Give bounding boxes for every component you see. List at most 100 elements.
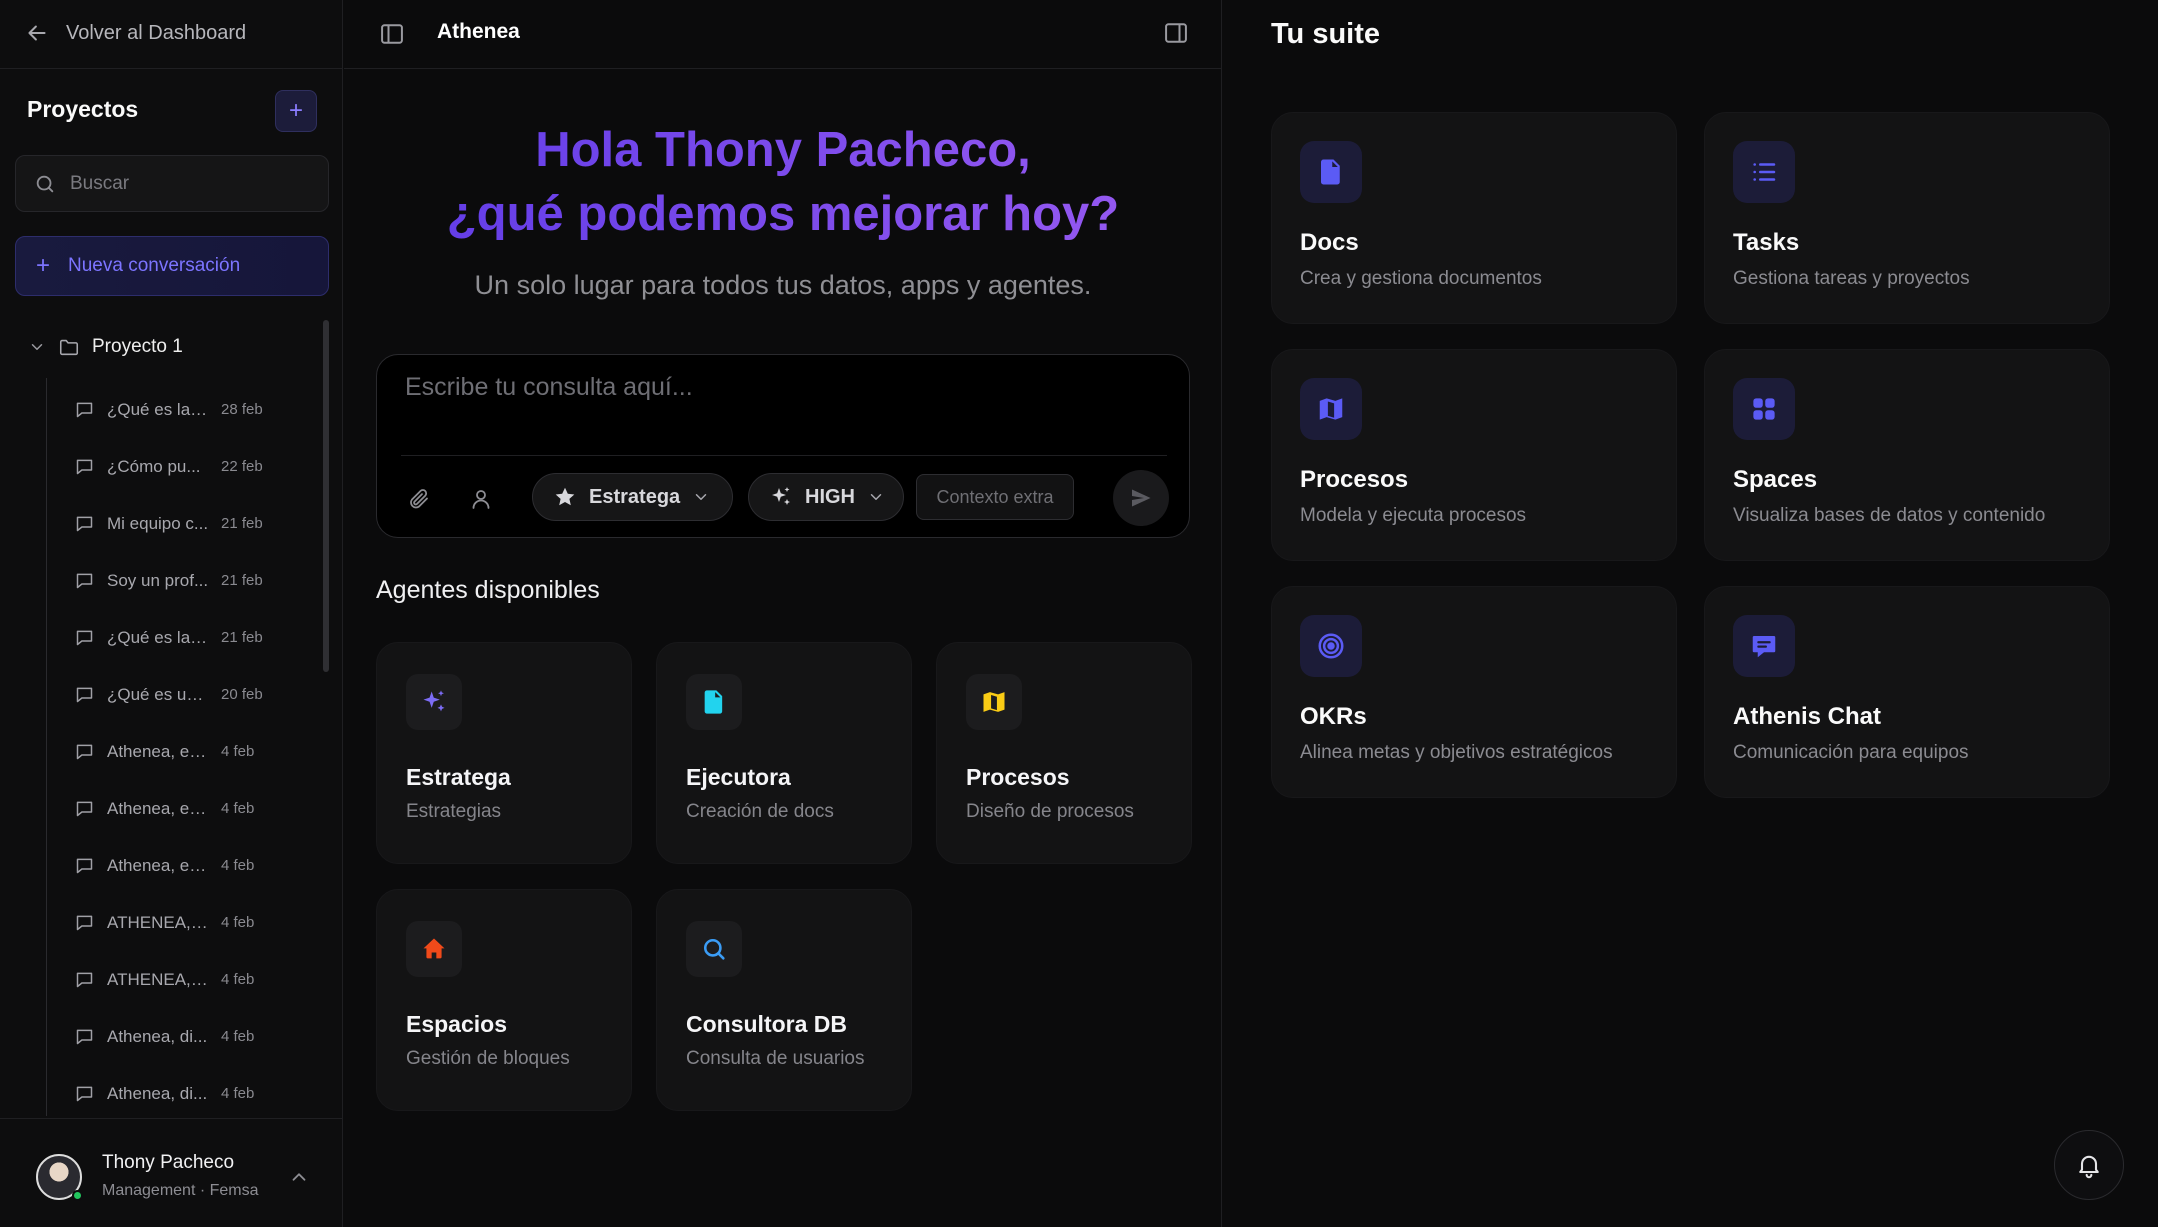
chat-bubble-icon <box>76 744 93 760</box>
chat-composer: Estratega HIGH Contexto extra <box>376 354 1190 538</box>
greeting-question: ¿qué podemos mejorar hoy? <box>344 186 1222 242</box>
conversation-item[interactable]: Soy un prof... 21 feb <box>74 552 274 609</box>
conversation-date: 4 feb <box>221 800 255 817</box>
agent-description: Estrategias <box>406 801 502 822</box>
extra-context-button[interactable]: Contexto extra <box>916 474 1074 520</box>
app-icon-box <box>1733 378 1795 440</box>
suite-card-okrs[interactable]: OKRs Alinea metas y objetivos estratégic… <box>1271 586 1677 798</box>
sparkles-icon <box>772 487 790 505</box>
user-context-button[interactable] <box>461 479 501 519</box>
agent-icon-box <box>966 674 1022 730</box>
conversation-item[interactable]: Athenea, ex... 4 feb <box>74 837 274 894</box>
agent-name: Espacios <box>406 1011 507 1037</box>
conversation-date: 22 feb <box>221 458 263 475</box>
conversation-item[interactable]: ¿Qué es un... 20 feb <box>74 666 274 723</box>
suite-card-procesos[interactable]: Procesos Modela y ejecuta procesos <box>1271 349 1677 561</box>
folder-icon <box>59 339 79 356</box>
suite-card-tasks[interactable]: Tasks Gestiona tareas y proyectos <box>1704 112 2110 324</box>
query-input[interactable] <box>405 373 1165 433</box>
app-icon-box <box>1300 615 1362 677</box>
add-project-button[interactable]: + <box>275 90 317 132</box>
suite-card-spaces[interactable]: Spaces Visualiza bases de datos y conten… <box>1704 349 2110 561</box>
conversation-item[interactable]: ¿Qué es la ... 28 feb <box>74 381 274 438</box>
attach-button[interactable] <box>399 479 439 519</box>
chevron-up-icon[interactable] <box>288 1166 310 1188</box>
conversation-item[interactable]: Athenea, ex... 4 feb <box>74 780 274 837</box>
agent-card-estratega[interactable]: Estratega Estrategias <box>376 642 632 864</box>
conversation-item[interactable]: ¿Cómo pu... 22 feb <box>74 438 274 495</box>
user-profile[interactable]: Thony Pacheco Management · Femsa <box>36 1152 326 1208</box>
panel-toggle-icon[interactable] <box>1162 19 1190 47</box>
search-box <box>15 155 329 212</box>
chevron-down-icon <box>31 344 43 350</box>
conversation-date: 4 feb <box>221 1085 255 1102</box>
app-description: Visualiza bases de datos y contenido <box>1733 505 2046 526</box>
online-status-dot <box>72 1190 83 1201</box>
suite-card-docs[interactable]: Docs Crea y gestiona documentos <box>1271 112 1677 324</box>
notifications-button[interactable] <box>2054 1130 2124 1200</box>
search-icon <box>36 175 54 192</box>
person-icon <box>472 490 490 509</box>
star-icon <box>555 487 575 506</box>
agent-icon-box <box>686 921 742 977</box>
suite-card-athenis-chat[interactable]: Athenis Chat Comunicación para equipos <box>1704 586 2110 798</box>
new-conversation-button[interactable]: + Nueva conversación <box>15 236 329 296</box>
conversation-item[interactable]: ATHENEA, a... 4 feb <box>74 894 274 951</box>
search-input[interactable] <box>70 172 320 195</box>
chat-bubble-icon <box>76 915 93 931</box>
send-button[interactable] <box>1113 470 1169 526</box>
chat-bubble-icon <box>76 459 93 475</box>
target-icon <box>1318 633 1344 659</box>
map-icon <box>983 692 1005 712</box>
chat-bubble-icon <box>76 687 93 703</box>
sidebar: Volver al Dashboard Proyectos + + Nueva … <box>0 0 343 1227</box>
paperclip-icon <box>410 489 428 509</box>
app-window: Volver al Dashboard Proyectos + + Nueva … <box>0 0 2158 1227</box>
agent-icon-box <box>406 674 462 730</box>
agent-select[interactable]: Estratega <box>532 473 733 521</box>
suite-panel: Tu suite Docs Crea y gestiona documentos… <box>1223 0 2158 1227</box>
conversation-date: 4 feb <box>221 971 255 988</box>
level-select[interactable]: HIGH <box>748 473 904 521</box>
divider <box>401 455 1167 456</box>
conversation-item[interactable]: Athenea, di... 4 feb <box>74 1008 274 1065</box>
back-to-dashboard-link[interactable]: Volver al Dashboard <box>24 16 246 50</box>
agent-card-consultora-db[interactable]: Consultora DB Consulta de usuarios <box>656 889 912 1111</box>
top-bar: Athenea <box>344 0 1222 69</box>
agent-name: Procesos <box>966 764 1070 790</box>
page-title: Athenea <box>437 20 520 43</box>
grid-icon <box>1753 398 1775 420</box>
conversation-item[interactable]: ATHENEA, a... 4 feb <box>74 951 274 1008</box>
conversation-item[interactable]: Athenea, ex... 4 feb <box>74 723 274 780</box>
conversation-title: Athenea, ex... <box>107 741 209 761</box>
conversation-title: ATHENEA, a... <box>107 969 209 989</box>
app-description: Comunicación para equipos <box>1733 742 1969 763</box>
greeting-subtitle: Un solo lugar para todos tus datos, apps… <box>474 270 1092 300</box>
suite-title: Tu suite <box>1271 18 1381 50</box>
agent-card-ejecutora[interactable]: Ejecutora Creación de docs <box>656 642 912 864</box>
conversation-title: ¿Cómo pu... <box>107 456 201 476</box>
app-description: Modela y ejecuta procesos <box>1300 505 1527 526</box>
conversation-title: Athenea, ex... <box>107 855 209 875</box>
sidebar-toggle-icon[interactable] <box>378 20 406 48</box>
conversation-item[interactable]: ¿Qué es la ... 21 feb <box>74 609 274 666</box>
chat-icon <box>1752 636 1776 658</box>
greeting-heading: Hola Thony Pacheco, <box>344 122 1222 178</box>
app-description: Crea y gestiona documentos <box>1300 268 1542 289</box>
conversation-item[interactable]: Athenea, di... 4 feb <box>74 1065 274 1122</box>
agent-card-espacios[interactable]: Espacios Gestión de bloques <box>376 889 632 1111</box>
folder-proyecto-1[interactable]: Proyecto 1 <box>28 332 183 362</box>
chat-bubble-icon <box>76 516 93 532</box>
conversation-title: ¿Qué es la ... <box>107 627 209 647</box>
conversation-date: 20 feb <box>221 686 263 703</box>
conversation-title: Athenea, ex... <box>107 798 209 818</box>
chevron-down-icon <box>870 494 882 500</box>
conversation-date: 4 feb <box>221 1028 255 1045</box>
sidebar-scrollbar[interactable] <box>323 320 329 672</box>
plus-icon: + <box>36 252 51 279</box>
conversation-title: Soy un prof... <box>107 570 209 590</box>
app-name: Docs <box>1300 229 1359 256</box>
conversation-item[interactable]: Mi equipo c... 21 feb <box>74 495 274 552</box>
agent-card-procesos[interactable]: Procesos Diseño de procesos <box>936 642 1192 864</box>
agent-description: Diseño de procesos <box>966 801 1134 822</box>
